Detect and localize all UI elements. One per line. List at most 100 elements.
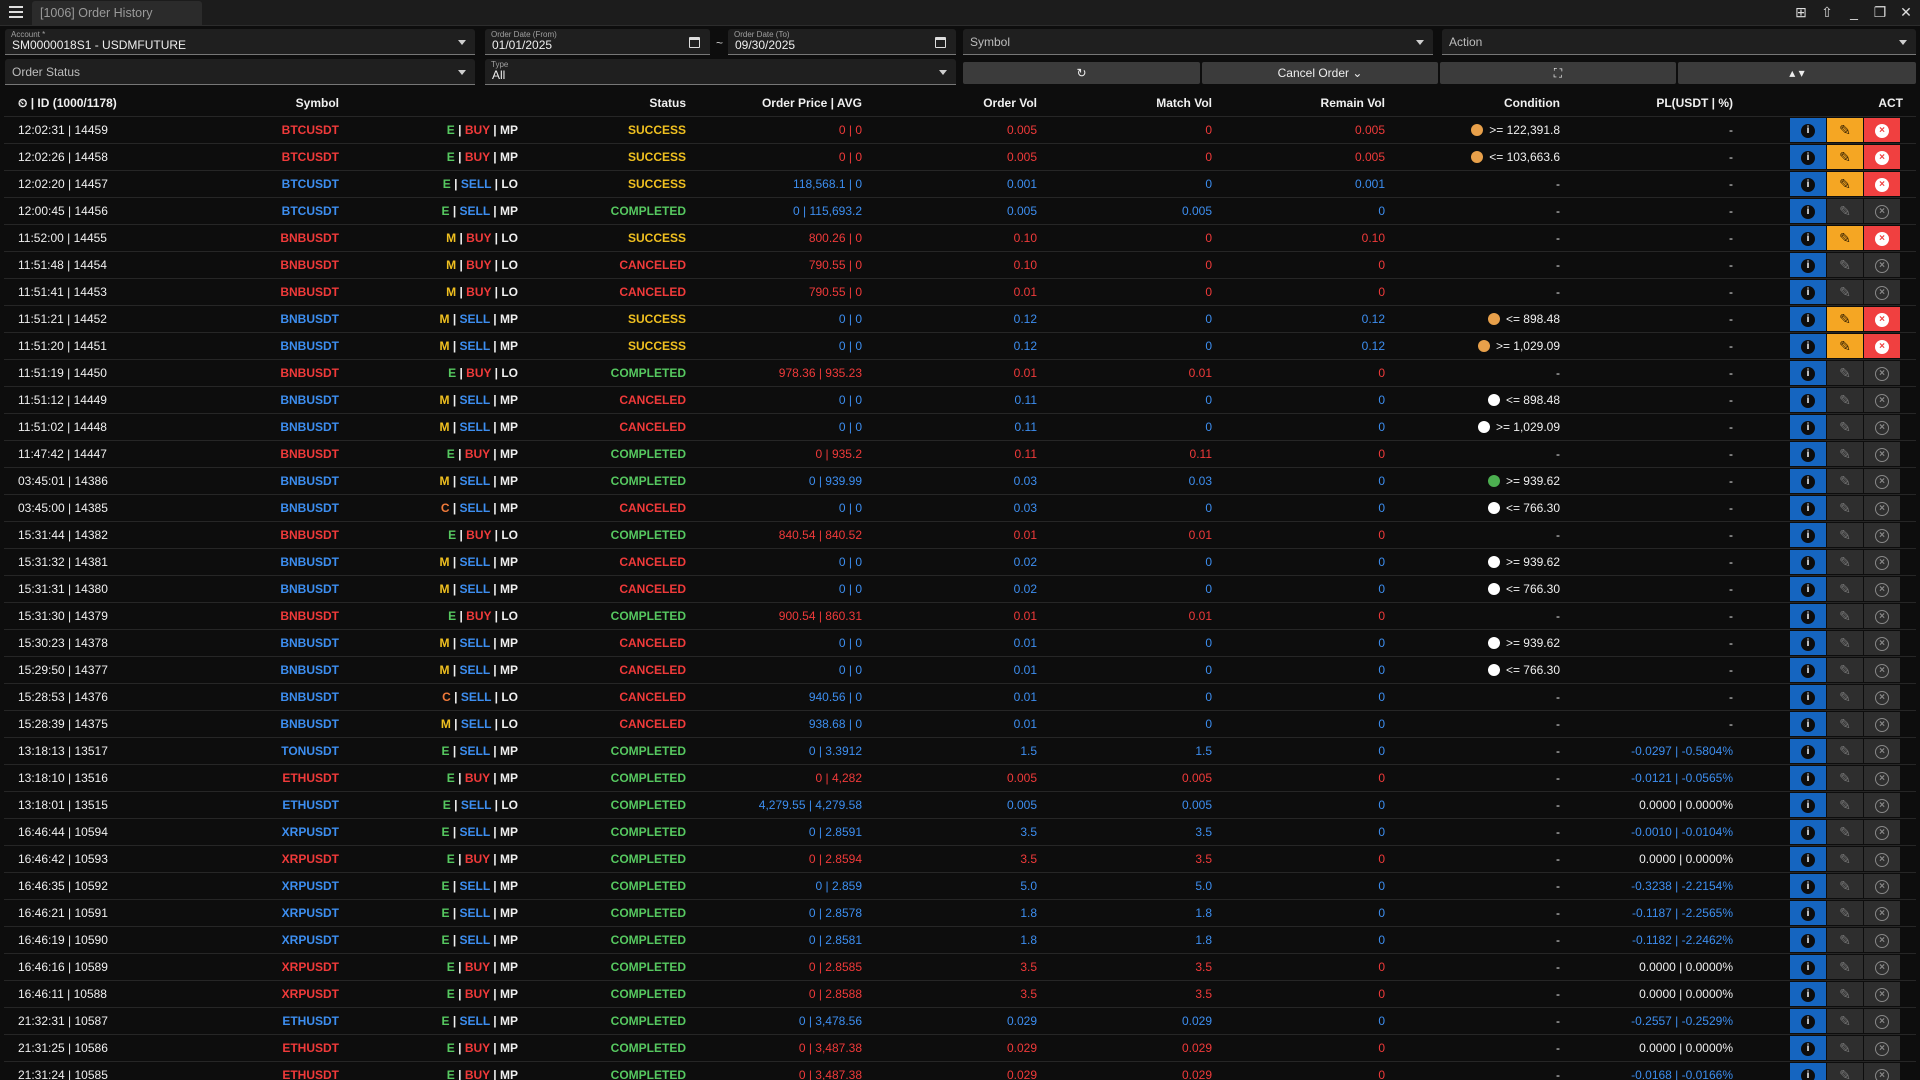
edit-button[interactable]: ✎ bbox=[1827, 631, 1863, 655]
edit-button[interactable]: ✎ bbox=[1827, 901, 1863, 925]
table-row[interactable]: 12:02:20 | 14457 BTCUSDT E | SELL | LO SUCC… bbox=[4, 170, 1916, 197]
edit-button[interactable]: ✎ bbox=[1827, 118, 1863, 142]
edit-button[interactable]: ✎ bbox=[1827, 658, 1863, 682]
edit-button[interactable]: ✎ bbox=[1827, 982, 1863, 1006]
table-row[interactable]: 12:02:31 | 14459 BTCUSDT E | BUY | MP SUCCE… bbox=[4, 116, 1916, 143]
edit-button[interactable]: ✎ bbox=[1827, 199, 1863, 223]
new-window-icon[interactable]: ⊞ bbox=[1792, 3, 1810, 21]
table-row[interactable]: 16:46:19 | 10590 XRPUSDT E | SELL | MP COMP… bbox=[4, 926, 1916, 953]
table-row[interactable]: 11:51:41 | 14453 BNBUSDT M | BUY | LO CANCE… bbox=[4, 278, 1916, 305]
order-status-select[interactable]: Order Status bbox=[5, 59, 475, 85]
edit-button[interactable]: ✎ bbox=[1827, 253, 1863, 277]
order-vol-header[interactable]: Order Vol bbox=[869, 96, 1037, 110]
table-row[interactable]: 03:45:01 | 14386 BNBUSDT M | SELL | MP COMP… bbox=[4, 467, 1916, 494]
cancel-button[interactable]: × bbox=[1864, 280, 1900, 304]
edit-button[interactable]: ✎ bbox=[1827, 577, 1863, 601]
cancel-button[interactable]: × bbox=[1864, 901, 1900, 925]
upload-icon[interactable]: ⇧ bbox=[1818, 3, 1836, 21]
date-to-field[interactable]: Order Date (To) 09/30/2025 bbox=[728, 29, 956, 55]
cancel-button[interactable]: × bbox=[1864, 874, 1900, 898]
restore-icon[interactable]: ❐ bbox=[1871, 3, 1889, 21]
edit-button[interactable]: ✎ bbox=[1827, 739, 1863, 763]
cancel-button[interactable]: × bbox=[1864, 226, 1900, 250]
table-row[interactable]: 11:51:02 | 14448 BNBUSDT M | SELL | MP CANC… bbox=[4, 413, 1916, 440]
info-button[interactable]: i bbox=[1790, 901, 1826, 925]
fullscreen-button[interactable]: ⛶ bbox=[1440, 62, 1676, 84]
cancel-button[interactable]: × bbox=[1864, 1009, 1900, 1033]
info-button[interactable]: i bbox=[1790, 469, 1826, 493]
cancel-order-button[interactable]: Cancel Order ⌄ bbox=[1202, 62, 1438, 84]
cancel-button[interactable]: × bbox=[1864, 199, 1900, 223]
cancel-button[interactable]: × bbox=[1864, 523, 1900, 547]
cancel-button[interactable]: × bbox=[1864, 577, 1900, 601]
cancel-button[interactable]: × bbox=[1864, 172, 1900, 196]
edit-button[interactable]: ✎ bbox=[1827, 712, 1863, 736]
match-vol-header[interactable]: Match Vol bbox=[1044, 96, 1212, 110]
pl-header[interactable]: PL(USDT | %) bbox=[1564, 96, 1733, 110]
table-row[interactable]: 11:51:20 | 14451 BNBUSDT M | SELL | MP SUCC… bbox=[4, 332, 1916, 359]
edit-button[interactable]: ✎ bbox=[1827, 1036, 1863, 1060]
cancel-button[interactable]: × bbox=[1864, 820, 1900, 844]
info-button[interactable]: i bbox=[1790, 280, 1826, 304]
edit-button[interactable]: ✎ bbox=[1827, 847, 1863, 871]
edit-button[interactable]: ✎ bbox=[1827, 334, 1863, 358]
info-button[interactable]: i bbox=[1790, 145, 1826, 169]
account-select[interactable]: Account * SM0000018S1 - USDMFUTURE bbox=[5, 29, 475, 55]
status-header[interactable]: Status bbox=[524, 96, 686, 110]
cancel-button[interactable]: × bbox=[1864, 631, 1900, 655]
table-row[interactable]: 11:51:48 | 14454 BNBUSDT M | BUY | LO CANCE… bbox=[4, 251, 1916, 278]
table-row[interactable]: 21:32:31 | 10587 ETHUSDT E | SELL | MP COMP… bbox=[4, 1007, 1916, 1034]
edit-button[interactable]: ✎ bbox=[1827, 307, 1863, 331]
info-button[interactable]: i bbox=[1790, 874, 1826, 898]
edit-button[interactable]: ✎ bbox=[1827, 388, 1863, 412]
info-button[interactable]: i bbox=[1790, 415, 1826, 439]
table-row[interactable]: 16:46:35 | 10592 XRPUSDT E | SELL | MP COMP… bbox=[4, 872, 1916, 899]
cancel-button[interactable]: × bbox=[1864, 685, 1900, 709]
calendar-icon[interactable] bbox=[689, 37, 700, 48]
table-row[interactable]: 15:31:44 | 14382 BNBUSDT E | BUY | LO COMPL… bbox=[4, 521, 1916, 548]
cancel-button[interactable]: × bbox=[1864, 658, 1900, 682]
cancel-button[interactable]: × bbox=[1864, 253, 1900, 277]
edit-button[interactable]: ✎ bbox=[1827, 928, 1863, 952]
info-button[interactable]: i bbox=[1790, 577, 1826, 601]
info-button[interactable]: i bbox=[1790, 388, 1826, 412]
cancel-button[interactable]: × bbox=[1864, 955, 1900, 979]
table-row[interactable]: 21:31:25 | 10586 ETHUSDT E | BUY | MP COMPL… bbox=[4, 1034, 1916, 1061]
sort-button[interactable]: ▴ ▾ bbox=[1678, 62, 1916, 84]
cancel-button[interactable]: × bbox=[1864, 550, 1900, 574]
type-select[interactable]: Type All bbox=[485, 59, 956, 85]
price-header[interactable]: Order Price | AVG bbox=[692, 96, 862, 110]
table-row[interactable]: 21:31:24 | 10585 ETHUSDT E | BUY | MP COMPL… bbox=[4, 1061, 1916, 1080]
info-button[interactable]: i bbox=[1790, 982, 1826, 1006]
table-row[interactable]: 15:28:39 | 14375 BNBUSDT M | SELL | LO CANC… bbox=[4, 710, 1916, 737]
edit-button[interactable]: ✎ bbox=[1827, 766, 1863, 790]
cancel-button[interactable]: × bbox=[1864, 469, 1900, 493]
edit-button[interactable]: ✎ bbox=[1827, 145, 1863, 169]
edit-button[interactable]: ✎ bbox=[1827, 1009, 1863, 1033]
table-row[interactable]: 15:31:32 | 14381 BNBUSDT M | SELL | MP CANC… bbox=[4, 548, 1916, 575]
info-button[interactable]: i bbox=[1790, 766, 1826, 790]
cancel-button[interactable]: × bbox=[1864, 307, 1900, 331]
info-button[interactable]: i bbox=[1790, 523, 1826, 547]
window-tab[interactable]: [1006] Order History bbox=[32, 1, 202, 25]
info-button[interactable]: i bbox=[1790, 253, 1826, 277]
cancel-button[interactable]: × bbox=[1864, 793, 1900, 817]
table-row[interactable]: 16:46:11 | 10588 XRPUSDT E | BUY | MP COMPL… bbox=[4, 980, 1916, 1007]
table-row[interactable]: 11:47:42 | 14447 BNBUSDT E | BUY | MP COMPL… bbox=[4, 440, 1916, 467]
cancel-button[interactable]: × bbox=[1864, 334, 1900, 358]
cancel-button[interactable]: × bbox=[1864, 442, 1900, 466]
edit-button[interactable]: ✎ bbox=[1827, 604, 1863, 628]
cancel-button[interactable]: × bbox=[1864, 766, 1900, 790]
edit-button[interactable]: ✎ bbox=[1827, 1063, 1863, 1080]
minimize-icon[interactable]: _ bbox=[1845, 3, 1863, 21]
info-button[interactable]: i bbox=[1790, 658, 1826, 682]
table-row[interactable]: 15:28:53 | 14376 BNBUSDT C | SELL | LO CANC… bbox=[4, 683, 1916, 710]
info-button[interactable]: i bbox=[1790, 550, 1826, 574]
action-select[interactable]: Action bbox=[1442, 29, 1916, 55]
edit-button[interactable]: ✎ bbox=[1827, 496, 1863, 520]
table-row[interactable]: 03:45:00 | 14385 BNBUSDT C | SELL | MP CANC… bbox=[4, 494, 1916, 521]
refresh-button[interactable]: ↻ bbox=[963, 62, 1200, 84]
cancel-button[interactable]: × bbox=[1864, 496, 1900, 520]
info-button[interactable]: i bbox=[1790, 793, 1826, 817]
table-row[interactable]: 11:51:19 | 14450 BNBUSDT E | BUY | LO COMPL… bbox=[4, 359, 1916, 386]
